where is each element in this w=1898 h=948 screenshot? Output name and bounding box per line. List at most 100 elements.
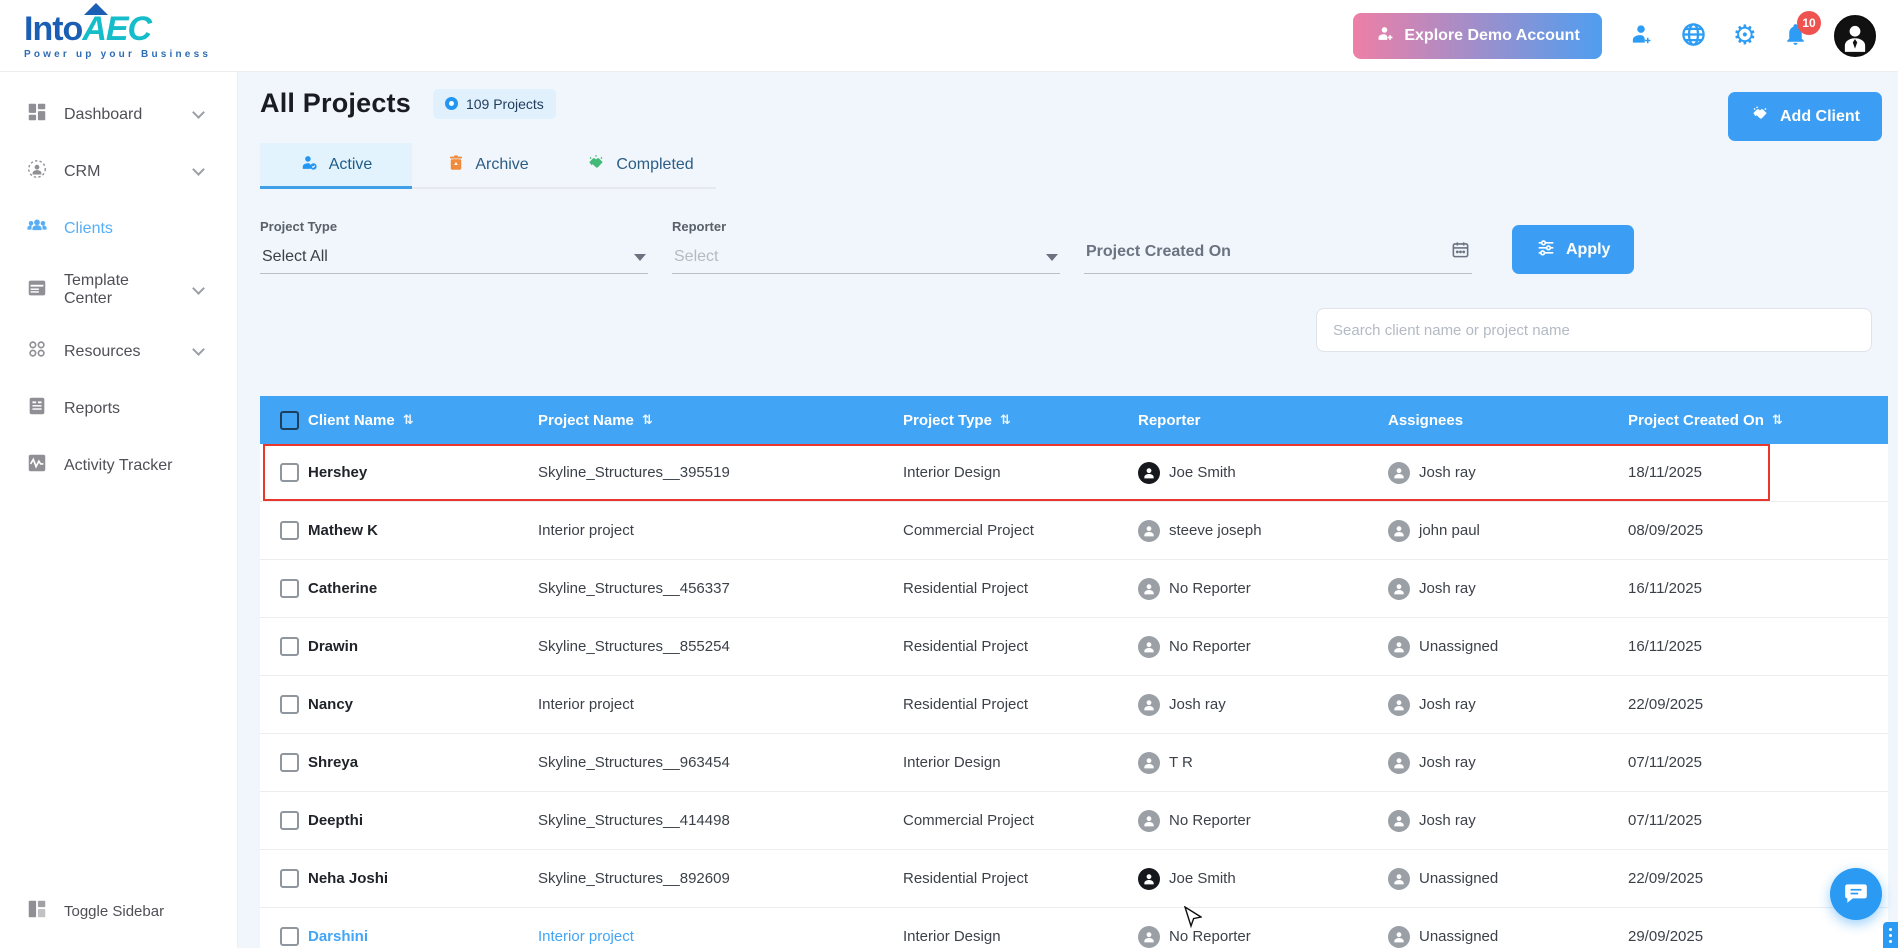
table-row[interactable]: Mathew K Interior project Commercial Pro… [260, 502, 1888, 560]
table-row[interactable]: Darshini Interior project Interior Desig… [260, 908, 1888, 948]
sort-icon[interactable]: ⇅ [642, 413, 653, 428]
explore-demo-button[interactable]: Explore Demo Account [1353, 12, 1602, 59]
table-row[interactable]: Catherine Skyline_Structures__456337 Res… [260, 560, 1888, 618]
client-name-cell[interactable]: Hershey [308, 464, 538, 481]
row-checkbox[interactable] [280, 869, 299, 888]
sidebar-item-label: Template Center [64, 272, 129, 307]
column-header[interactable]: Reporter [1138, 412, 1388, 429]
tab-archive[interactable]: Archive [412, 143, 564, 187]
table-row[interactable]: Deepthi Skyline_Structures__414498 Comme… [260, 792, 1888, 850]
client-name-cell[interactable]: Deepthi [308, 812, 538, 829]
column-header[interactable]: Project Created On ⇅ [1628, 412, 1888, 429]
language-button[interactable] [1680, 21, 1707, 51]
reporter-name: No Reporter [1169, 638, 1251, 655]
search-input[interactable] [1316, 308, 1872, 352]
user-avatar[interactable] [1834, 14, 1876, 57]
project-name-cell[interactable]: Skyline_Structures__414498 [538, 812, 903, 829]
created-on-cell: 07/11/2025 [1628, 812, 1702, 829]
tab-completed[interactable]: Completed [564, 143, 716, 187]
notifications-button[interactable]: 10 [1783, 10, 1821, 50]
project-tabs: Active Archive Completed [260, 143, 716, 189]
project-name-cell[interactable]: Skyline_Structures__963454 [538, 754, 903, 771]
more-options-tab[interactable] [1883, 922, 1898, 948]
settings-button[interactable]: ⚙ [1733, 22, 1757, 49]
project-type-cell: Residential Project [903, 638, 1029, 655]
reporter-avatar-icon [1138, 693, 1160, 716]
client-name-cell[interactable]: Drawin [308, 638, 538, 655]
client-name-cell[interactable]: Darshini [308, 928, 538, 945]
column-header[interactable]: Project Type ⇅ [903, 412, 1138, 429]
sort-icon[interactable]: ⇅ [1772, 413, 1783, 428]
reporter-cell: Josh ray [1138, 693, 1388, 716]
explore-demo-label: Explore Demo Account [1404, 26, 1580, 44]
sidebar-item-label: Clients [64, 219, 113, 237]
sidebar-item-resources[interactable]: Resources [0, 323, 237, 380]
add-user-button[interactable] [1628, 21, 1654, 50]
project-name-cell[interactable]: Interior project [538, 696, 903, 713]
sidebar-item-label: Dashboard [64, 105, 143, 123]
sidebar-item-crm[interactable]: CRM [0, 143, 237, 200]
project-name-cell[interactable]: Skyline_Structures__855254 [538, 638, 903, 655]
gear-icon: ⚙ [1732, 20, 1757, 51]
table-row[interactable]: Neha Joshi Skyline_Structures__892609 Re… [260, 850, 1888, 908]
toggle-sidebar-button[interactable]: Toggle Sidebar [0, 884, 237, 938]
project-type-cell: Interior Design [903, 928, 1001, 945]
tab-active[interactable]: Active [260, 143, 412, 189]
project-name-cell[interactable]: Interior project [538, 928, 903, 945]
row-checkbox[interactable] [280, 521, 299, 540]
client-name-cell[interactable]: Neha Joshi [308, 870, 538, 887]
created-on-cell: 16/11/2025 [1628, 638, 1702, 655]
clients-icon [26, 215, 48, 242]
project-name-cell[interactable]: Skyline_Structures__395519 [538, 464, 903, 481]
brand-logo[interactable]: Into AEC Power up your Business [24, 2, 211, 60]
sidebar-item-template-center[interactable]: Template Center [0, 257, 237, 323]
chat-bubble-icon [1843, 880, 1869, 909]
row-checkbox[interactable] [280, 811, 299, 830]
reporter-avatar-icon [1138, 577, 1160, 600]
assignee-avatar-icon [1388, 925, 1410, 948]
project-name-cell[interactable]: Interior project [538, 522, 903, 539]
project-name-cell[interactable]: Skyline_Structures__892609 [538, 870, 903, 887]
column-header-label: Project Type [903, 411, 992, 429]
sidebar-item-clients[interactable]: Clients [0, 200, 237, 257]
client-name-cell[interactable]: Nancy [308, 696, 538, 713]
sidebar-item-label: Reports [64, 399, 121, 417]
column-header[interactable]: Assignees [1388, 412, 1628, 429]
client-name-cell[interactable]: Shreya [308, 754, 538, 771]
sort-icon[interactable]: ⇅ [1000, 413, 1011, 428]
select-all-checkbox[interactable] [280, 410, 299, 430]
row-checkbox[interactable] [280, 695, 299, 714]
row-checkbox[interactable] [280, 463, 299, 482]
sidebar-item-reports[interactable]: Reports [0, 380, 237, 437]
sidebar-item-dashboard[interactable]: Dashboard [0, 86, 237, 143]
row-checkbox[interactable] [280, 637, 299, 656]
created-on-datepicker[interactable]: Project Created On [1084, 236, 1472, 274]
row-checkbox[interactable] [280, 927, 299, 946]
table-row[interactable]: Hershey Skyline_Structures__395519 Inter… [260, 444, 1888, 502]
sort-icon[interactable]: ⇅ [403, 413, 414, 428]
apply-filters-button[interactable]: Apply [1512, 225, 1635, 274]
row-checkbox[interactable] [280, 753, 299, 772]
add-client-button[interactable]: Add Client [1728, 92, 1882, 141]
project-type-cell: Residential Project [903, 870, 1029, 887]
toggle-sidebar-label: Toggle Sidebar [64, 902, 165, 920]
sidebar-item-activity-tracker[interactable]: Activity Tracker [0, 437, 237, 494]
project-type-cell: Commercial Project [903, 522, 1034, 539]
project-name-cell[interactable]: Skyline_Structures__456337 [538, 580, 903, 597]
sidebar-nav: Dashboard CRM Clients Template Center Resour… [0, 86, 237, 494]
reporter-select[interactable]: Select [672, 244, 1060, 274]
column-header[interactable]: Project Name ⇅ [538, 412, 903, 429]
table-row[interactable]: Shreya Skyline_Structures__963454 Interi… [260, 734, 1888, 792]
reporter-cell: No Reporter [1138, 635, 1388, 658]
user-add-icon [1628, 21, 1654, 50]
column-header[interactable]: Client Name ⇅ [308, 412, 538, 429]
client-name-cell[interactable]: Catherine [308, 580, 538, 597]
row-checkbox[interactable] [280, 579, 299, 598]
column-header-label: Client Name [308, 411, 395, 429]
client-name-cell[interactable]: Mathew K [308, 522, 538, 539]
chat-button[interactable] [1830, 868, 1882, 920]
table-row[interactable]: Nancy Interior project Residential Proje… [260, 676, 1888, 734]
table-row[interactable]: Drawin Skyline_Structures__855254 Reside… [260, 618, 1888, 676]
project-type-select[interactable]: Select All [260, 244, 648, 274]
add-client-label: Add Client [1780, 107, 1860, 125]
